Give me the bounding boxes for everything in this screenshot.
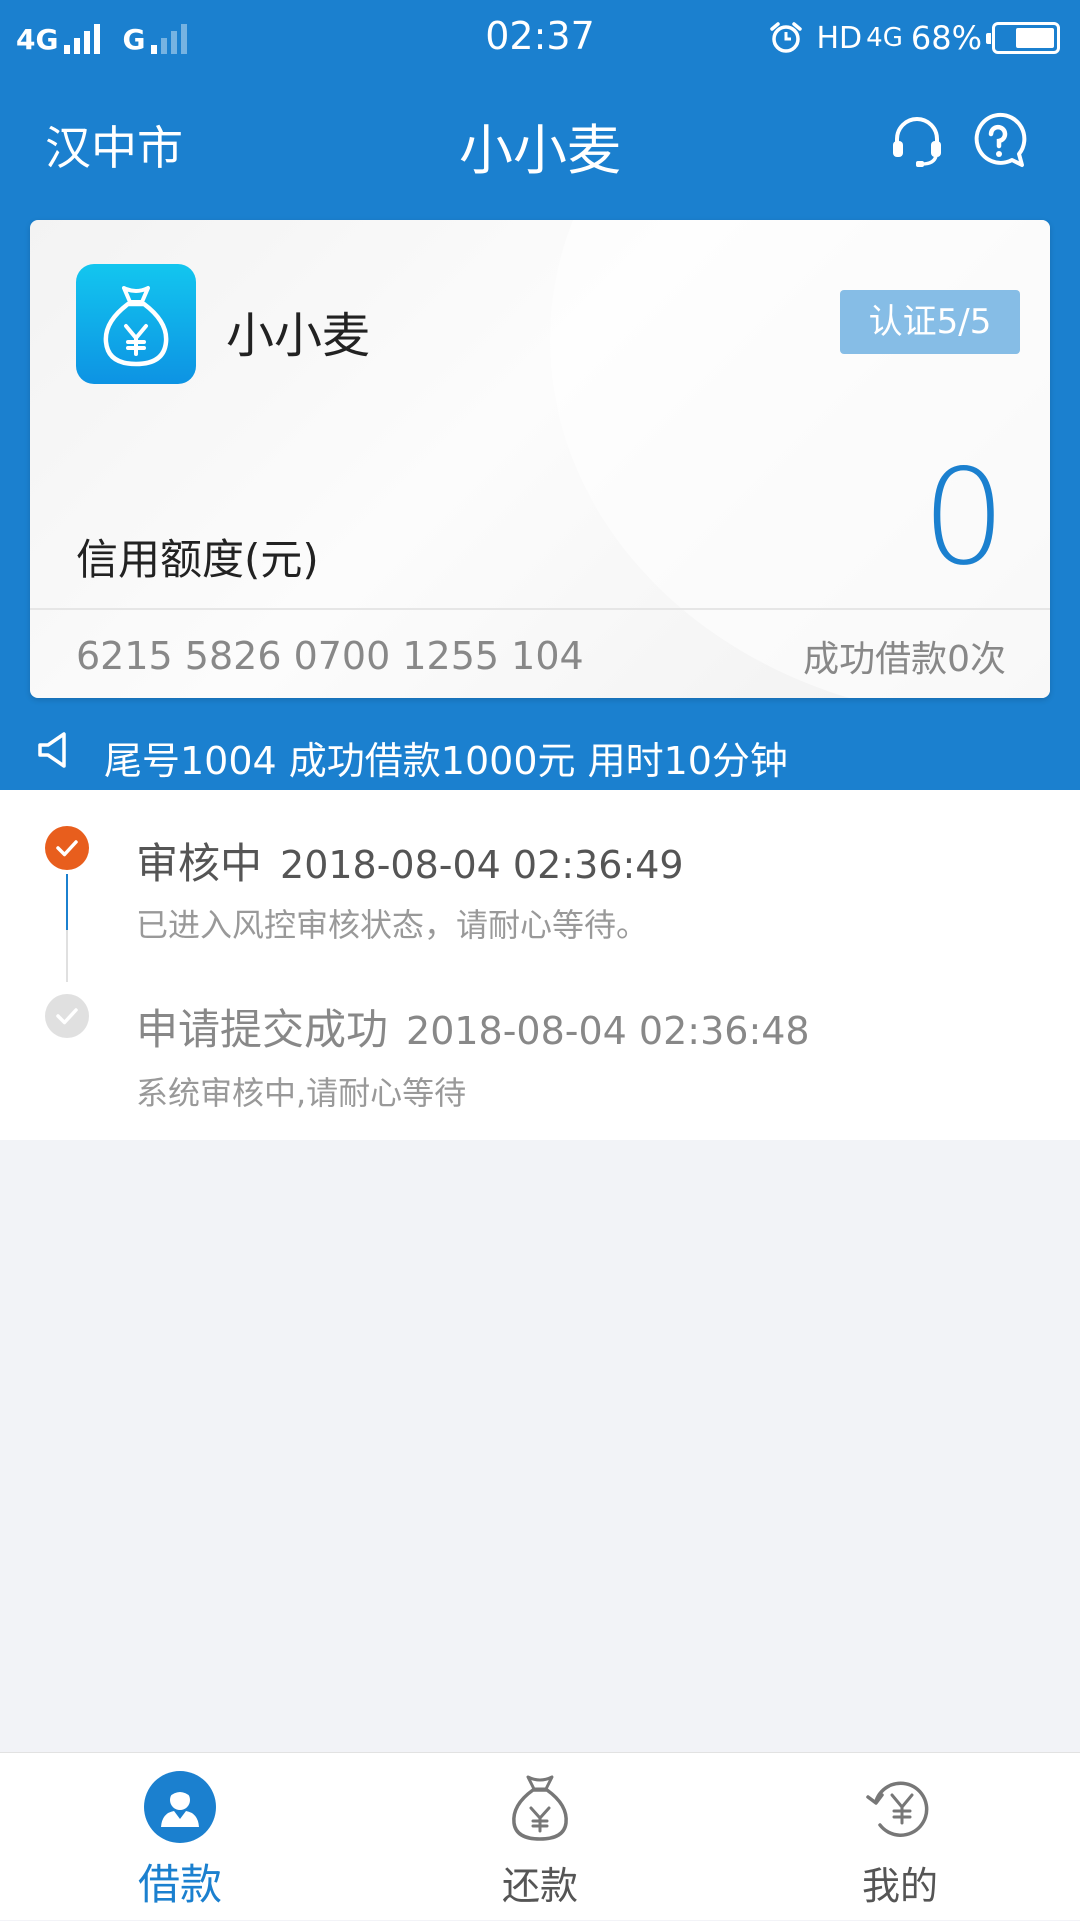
credit-limit-value: 0 [922,441,1006,595]
nav-label: 借款 [137,1860,222,1909]
verify-badge[interactable]: 认证5/5 [840,290,1020,354]
network-type-label-3: 4G [866,23,903,53]
nav-tab-repay[interactable]: 还款 [440,1753,640,1921]
card-divider [30,608,1050,610]
timeline-connector-rest [66,930,68,982]
status-timeline: 审核中 2018-08-04 02:36:49 已进入风控审核状态，请耐心等待。 … [0,790,1080,1140]
money-bag-logo-icon [103,286,169,367]
help-icon[interactable] [968,110,1028,170]
speaker-icon [38,732,66,768]
status-bar: 4G G 02:37 HD 4G 68% [0,0,1080,76]
checkmark-icon [45,826,89,870]
system-indicators: HD 4G 68% [769,16,1060,60]
timeline-connector [66,874,68,930]
battery-icon [986,22,1060,54]
checkmark-icon [45,994,89,1038]
borrow-icon [144,1771,216,1843]
title-bar: 汉中市 小小麦 [0,76,1080,216]
battery-percent: 68% [910,19,982,57]
timeline-title: 申请提交成功 2018-08-04 02:36:48 [136,1005,810,1054]
timeline-desc: 已进入风控审核状态，请耐心等待。 [136,906,649,944]
timeline-time: 2018-08-04 02:36:48 [406,1009,810,1053]
credit-limit-label: 信用额度(元) [76,535,319,584]
nav-label: 还款 [501,1864,578,1908]
loan-count: 成功借款0次 [803,639,1006,680]
headset-icon[interactable] [888,112,946,170]
hd-label: HD [816,20,863,56]
notice-bar: 尾号1004 成功借款1000元 用时10分钟 [0,716,1080,790]
timeline-time: 2018-08-04 02:36:49 [280,843,684,887]
notice-text: 尾号1004 成功借款1000元 用时10分钟 [104,739,788,783]
nav-tab-borrow[interactable]: 借款 [80,1753,280,1921]
timeline-title: 审核中 2018-08-04 02:36:49 [136,839,684,888]
alarm-icon [769,22,802,53]
nav-label: 我的 [861,1864,938,1908]
timeline-desc: 系统审核中,请耐心等待 [136,1074,467,1112]
card-app-name: 小小麦 [226,308,371,364]
credit-card: 小小麦 认证5/5 信用额度(元) 0 6215 5826 0700 1255 … [30,220,1050,698]
bottom-nav: 借款 还款 我的 [0,1752,1080,1920]
money-bag-icon [512,1775,568,1841]
nav-tab-mine[interactable]: 我的 [800,1753,1000,1921]
app-logo [76,264,196,384]
refresh-yen-icon [866,1781,929,1837]
card-number: 6215 5826 0700 1255 104 [76,634,584,678]
